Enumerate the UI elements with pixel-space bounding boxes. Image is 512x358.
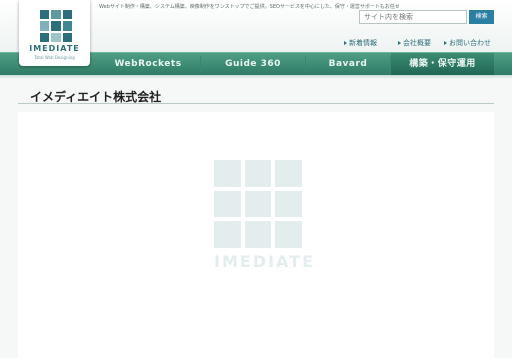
search-input[interactable] [359, 10, 467, 24]
nav-maintenance[interactable]: 構築・保守運用 [391, 53, 494, 76]
logo-grid-icon [40, 10, 72, 42]
content-panel: IMEDIATE [18, 112, 494, 358]
arrow-icon [398, 41, 401, 45]
arrow-icon [444, 41, 447, 45]
search-button[interactable]: 検索 [469, 10, 494, 24]
nav-webrockets[interactable]: WebRockets [96, 53, 200, 76]
subnav-company[interactable]: 会社概要 [398, 38, 431, 48]
watermark-logo: IMEDIATE [214, 160, 316, 280]
watermark-wordmark: IMEDIATE [214, 252, 316, 271]
logo-wordmark: IMEDIATE [29, 44, 80, 53]
nav-bavard[interactable]: Bavard [306, 53, 390, 76]
logo-grid-icon [214, 160, 302, 248]
nav-shadow [0, 75, 512, 79]
arrow-icon [344, 41, 347, 45]
subnav-news[interactable]: 新着情報 [344, 38, 377, 48]
logo-subtext: Total Web Designing [34, 55, 75, 60]
nav-guide360[interactable]: Guide 360 [201, 53, 305, 76]
title-divider [18, 103, 494, 104]
site-tagline: Webサイト制作・構築、システム構築、映像制作をワンストップでご提供。SEOサー… [99, 4, 399, 10]
site-logo[interactable]: IMEDIATE Total Web Designing [19, 0, 90, 66]
subnav-contact[interactable]: お問い合わせ [444, 38, 491, 48]
